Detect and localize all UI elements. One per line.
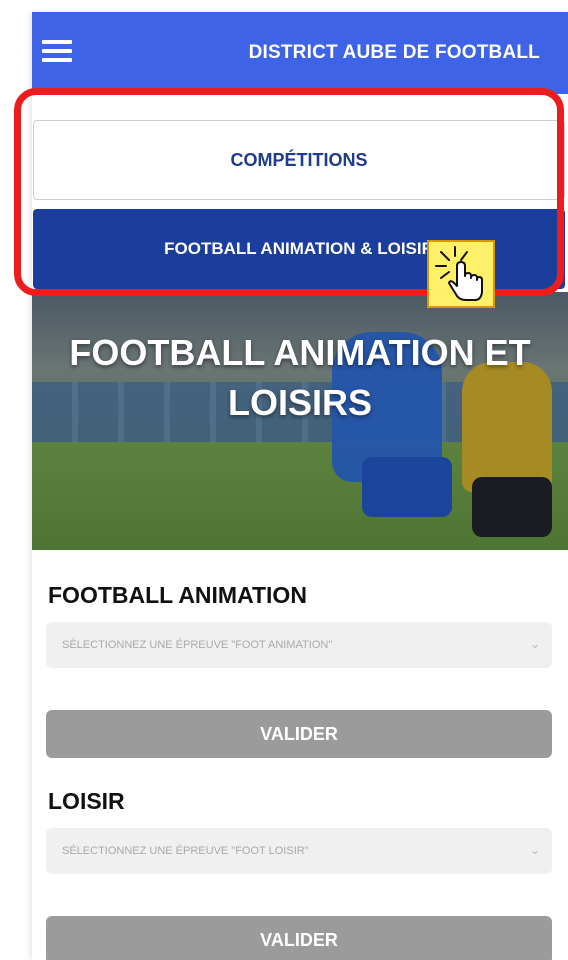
page: DISTRICT AUBE DE FOOTBALL COMPÉTITIONS F… [0, 0, 568, 960]
hero-title-line-1: FOOTBALL ANIMATION ET [69, 332, 531, 373]
hamburger-menu-icon[interactable] [42, 40, 72, 62]
valider-animation-button[interactable]: VALIDER [46, 710, 552, 758]
valider-loisir-button[interactable]: VALIDER [46, 916, 552, 960]
hero-title-line-2: LOISIRS [227, 382, 373, 423]
foot-animation-select[interactable]: SÉLECTIONNEZ UNE ÉPREUVE "FOOT ANIMATION… [46, 622, 552, 668]
foot-loisir-select-placeholder: SÉLECTIONNEZ UNE ÉPREUVE "FOOT LOISIR" [62, 845, 309, 857]
chevron-down-icon: ⌄ [529, 843, 540, 857]
top-header: DISTRICT AUBE DE FOOTBALL [32, 12, 568, 94]
hand-pointer-click-icon [427, 240, 495, 308]
foot-loisir-select[interactable]: SÉLECTIONNEZ UNE ÉPREUVE "FOOT LOISIR" ⌄ [46, 828, 552, 874]
hero-title: FOOTBALL ANIMATION ET LOISIRS [32, 328, 568, 428]
content-area: FOOTBALL ANIMATION SÉLECTIONNEZ UNE ÉPRE… [32, 550, 568, 960]
football-animation-heading: FOOTBALL ANIMATION [48, 582, 307, 608]
hero-banner: FOOTBALL ANIMATION ET LOISIRS [32, 292, 568, 550]
chevron-down-icon: ⌄ [529, 637, 540, 651]
mobile-viewport: DISTRICT AUBE DE FOOTBALL COMPÉTITIONS F… [32, 12, 568, 960]
loisir-heading: LOISIR [48, 788, 125, 814]
foot-animation-select-placeholder: SÉLECTIONNEZ UNE ÉPREUVE "FOOT ANIMATION… [62, 639, 333, 651]
site-title: DISTRICT AUBE DE FOOTBALL [248, 42, 540, 63]
competitions-button[interactable]: COMPÉTITIONS [33, 120, 565, 200]
